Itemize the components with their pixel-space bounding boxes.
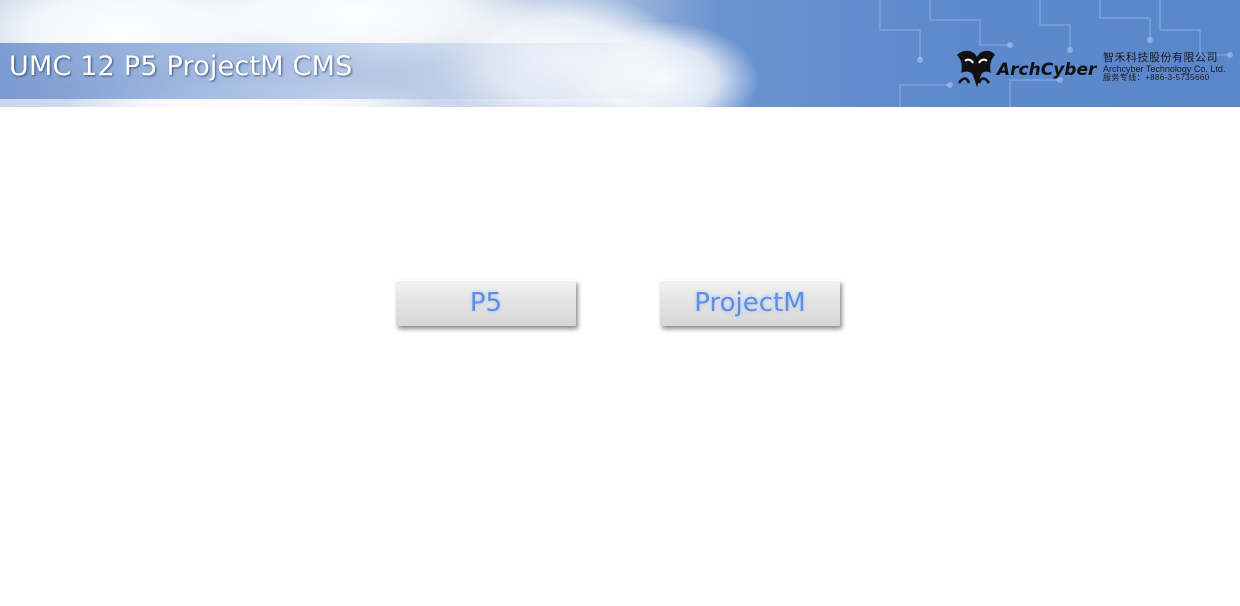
app-title: UMC 12 P5 ProjectM CMS: [9, 51, 353, 82]
projectm-button[interactable]: ProjectM: [660, 280, 840, 326]
brand-name: ArchCyber: [997, 60, 1097, 80]
company-name-chinese: 智禾科技股份有限公司: [1103, 52, 1218, 64]
service-hotline: 服务专线：+886-3-5735660: [1103, 72, 1210, 82]
archcyber-logo-icon: [957, 50, 995, 87]
company-info: 智禾科技股份有限公司 Archcyber Technology Co. Ltd.…: [1103, 52, 1233, 82]
p5-button[interactable]: P5: [396, 280, 576, 326]
header-banner: UMC 12 P5 ProjectM CMS ArchCyber 智禾科技股份有…: [0, 0, 1240, 107]
